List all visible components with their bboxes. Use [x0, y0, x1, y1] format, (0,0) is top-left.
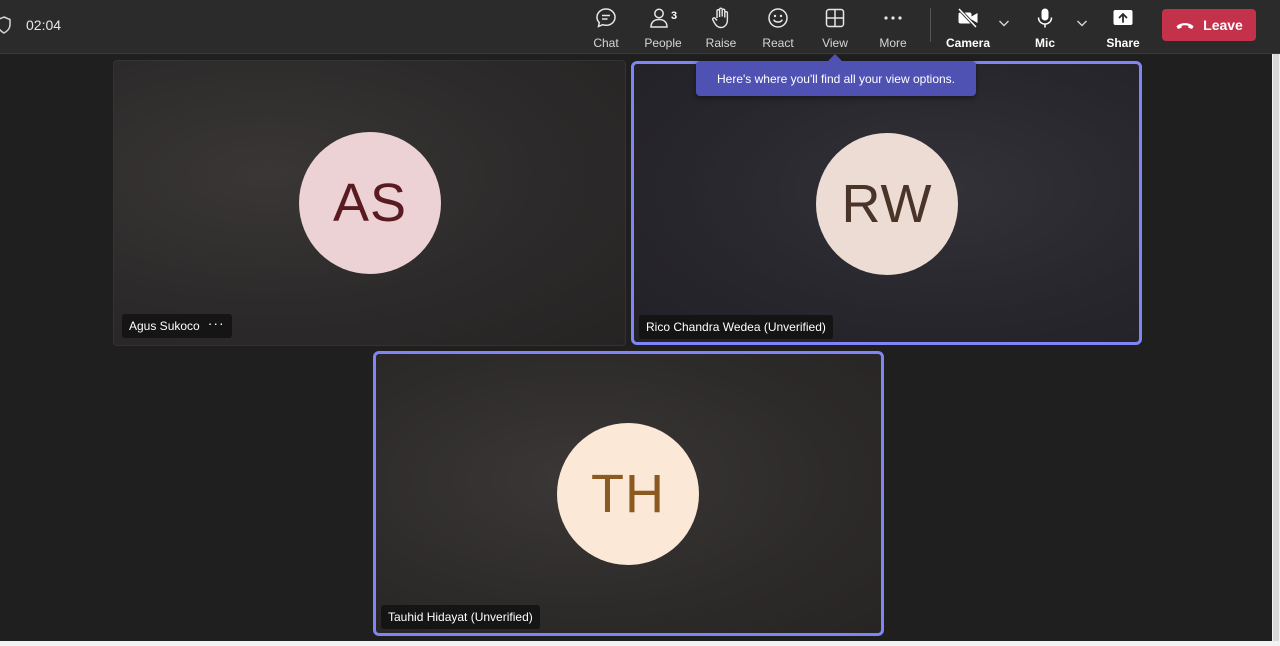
chat-label: Chat [593, 36, 619, 50]
camera-off-icon [957, 7, 978, 29]
leave-label: Leave [1203, 17, 1243, 33]
chat-button[interactable]: Chat [576, 4, 636, 50]
smiley-icon [768, 8, 788, 28]
window-bottom-edge [0, 641, 1280, 646]
mic-options-chevron-down-icon[interactable] [1075, 16, 1089, 30]
chat-icon [596, 8, 616, 28]
react-label: React [762, 36, 794, 50]
participant-tile[interactable]: TH Tauhid Hidayat (Unverified) [373, 351, 884, 636]
scrollbar-thumb[interactable] [1273, 54, 1279, 644]
participant-name-tag: Tauhid Hidayat (Unverified) [381, 605, 540, 629]
participant-name-tag: Rico Chandra Wedea (Unverified) [639, 315, 833, 339]
share-button[interactable]: Share [1093, 4, 1153, 50]
camera-label: Camera [945, 36, 991, 50]
raise-label: Raise [705, 36, 737, 50]
people-icon [650, 8, 668, 28]
share-screen-icon [1113, 10, 1133, 25]
tooltip-text: Here's where you'll find all your view o… [716, 71, 956, 86]
meeting-timer: 02:04 [26, 17, 62, 33]
avatar: RW [816, 133, 958, 275]
camera-button[interactable]: Camera [938, 4, 998, 50]
meeting-toolbar: 02:04 Chat 3 People Raise React View Mor… [0, 0, 1280, 54]
mic-button[interactable]: Mic [1015, 4, 1075, 50]
leave-button[interactable]: Leave [1162, 9, 1256, 41]
hang-up-phone-icon [1176, 23, 1194, 29]
participant-name: Agus Sukoco [129, 319, 200, 333]
more-label: More [879, 36, 907, 50]
mic-label: Mic [1034, 36, 1055, 50]
microphone-icon [1037, 8, 1053, 28]
more-button[interactable]: More [863, 4, 923, 50]
camera-options-chevron-down-icon[interactable] [997, 16, 1011, 30]
view-button[interactable]: View [805, 4, 865, 50]
view-options-tooltip: Here's where you'll find all your view o… [696, 54, 976, 96]
share-label: Share [1106, 36, 1140, 50]
more-options-icon[interactable]: ··· [208, 316, 225, 330]
people-count: 3 [671, 10, 678, 22]
toolbar-divider [930, 8, 931, 42]
avatar: TH [557, 423, 699, 565]
grid-view-icon [825, 8, 845, 28]
view-label: View [822, 36, 848, 50]
vertical-scrollbar[interactable] [1272, 54, 1280, 644]
participant-tile[interactable]: AS Agus Sukoco ··· [113, 60, 626, 346]
shield-icon [0, 16, 11, 34]
raise-hand-button[interactable]: Raise [691, 4, 751, 50]
react-button[interactable]: React [748, 4, 808, 50]
participant-name: Tauhid Hidayat (Unverified) [388, 610, 533, 624]
people-label: People [644, 36, 682, 50]
people-button[interactable]: 3 People [633, 4, 693, 50]
participant-name-tag: Agus Sukoco ··· [122, 314, 232, 338]
participant-tile[interactable]: RW Rico Chandra Wedea (Unverified) [631, 61, 1142, 345]
raise-hand-icon [712, 7, 729, 29]
people-icon-wrap: 3 [650, 6, 678, 30]
avatar: AS [299, 132, 441, 274]
more-icon [884, 16, 902, 20]
participant-name: Rico Chandra Wedea (Unverified) [646, 320, 826, 334]
